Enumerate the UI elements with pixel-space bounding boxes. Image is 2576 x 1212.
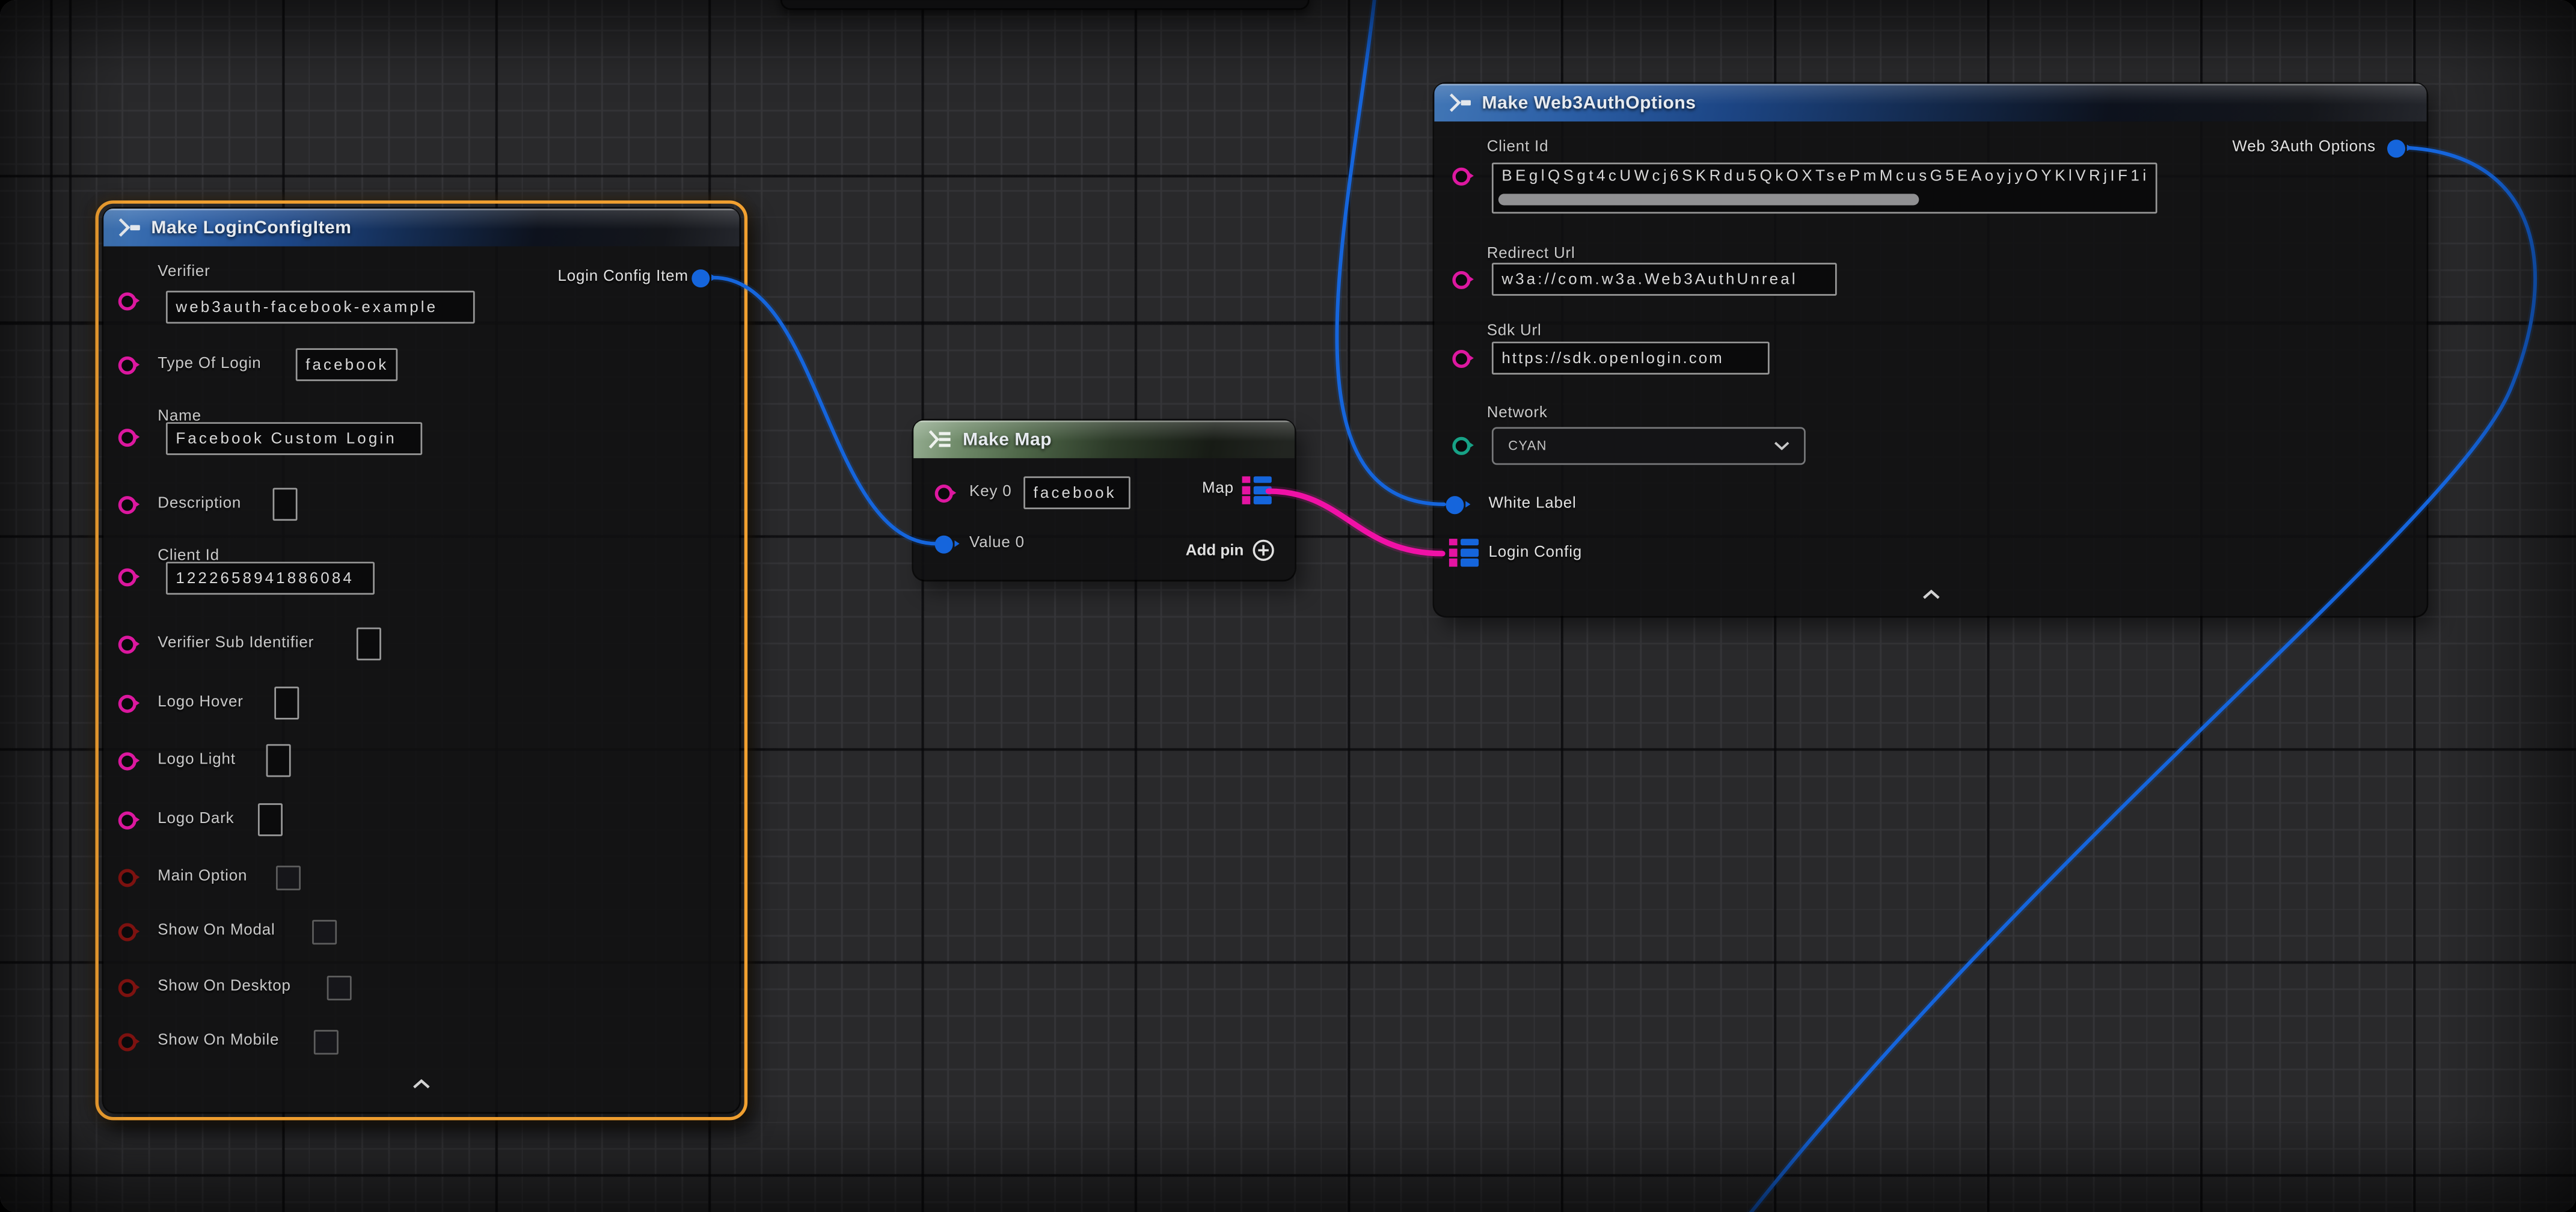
pin-label-main-option: Main Option [158, 868, 247, 886]
node-make-web3authoptions[interactable]: Make Web3AuthOptions Web 3Auth Options C… [1434, 84, 2426, 616]
show-on-desktop-pin[interactable] [117, 978, 135, 996]
offscreen-node-bottom-edge[interactable] [780, 0, 1310, 10]
logo-hover-input[interactable] [274, 687, 299, 720]
key0-pin[interactable] [934, 484, 952, 502]
pin-label-show-on-desktop: Show On Desktop [158, 978, 291, 996]
main-option-checkbox[interactable] [276, 866, 301, 890]
sdk-url-pin[interactable] [1452, 349, 1470, 367]
main-option-pin[interactable] [117, 868, 135, 886]
pin-label-show-on-modal: Show On Modal [158, 922, 275, 940]
name-input[interactable]: Facebook Custom Login [166, 422, 422, 455]
show-on-modal-checkbox[interactable] [312, 920, 337, 944]
pin-label-value0: Value 0 [969, 534, 1025, 552]
pin-label-client-id: Client Id [1487, 138, 1549, 156]
pin-label-logo-dark: Logo Dark [158, 810, 234, 828]
chevron-up-icon [1922, 590, 1940, 599]
redirect-url-input[interactable]: w3a://com.w3a.Web3AuthUnreal [1492, 263, 1837, 296]
pin-label-verifier-sub-identifier: Verifier Sub Identifier [158, 634, 314, 652]
pin-label-login-config: Login Config [1488, 543, 1582, 562]
client-id-input[interactable]: 1222658941886084 [166, 562, 375, 595]
pin-label-type-of-login: Type Of Login [158, 355, 261, 373]
pin-label-verifier: Verifier [158, 263, 210, 281]
sdk-url-input[interactable]: https://sdk.openlogin.com [1492, 341, 1770, 375]
type-of-login-input[interactable]: facebook [296, 348, 397, 381]
client-id-input[interactable]: BEglQSgt4cUWcj6SKRdu5QkOXTsePmMcusG5EAoy… [1492, 162, 2157, 213]
verifier-sub-identifier-pin[interactable] [117, 635, 135, 653]
client-id-pin[interactable] [1452, 167, 1470, 185]
node-header[interactable]: Make Map [913, 420, 1295, 458]
node-make-map[interactable]: Make Map Key 0 facebook Map Value 0 Add … [913, 420, 1295, 580]
make-struct-icon [117, 217, 141, 239]
logo-hover-pin[interactable] [117, 694, 135, 712]
network-pin[interactable] [1452, 436, 1470, 454]
type-of-login-pin[interactable] [117, 356, 135, 374]
show-on-modal-pin[interactable] [117, 922, 135, 940]
verifier-input[interactable]: web3auth-facebook-example [166, 291, 475, 324]
pin-label-logo-light: Logo Light [158, 751, 235, 769]
pin-label-map-output: Map [1202, 480, 1234, 498]
node-title: Make Web3AuthOptions [1482, 93, 1696, 112]
chevron-up-icon [412, 1079, 431, 1089]
output-pin-label: Login Config Item [557, 268, 688, 286]
output-pin-label: Web 3Auth Options [2232, 138, 2376, 156]
white-label-pin[interactable] [1445, 495, 1463, 513]
description-pin[interactable] [117, 495, 135, 513]
logo-light-input[interactable] [266, 744, 291, 777]
blueprint-graph-canvas[interactable]: Make LoginConfigItem Login Config Item V… [0, 0, 2576, 1212]
description-input[interactable] [273, 488, 298, 521]
plus-circle-icon [1252, 539, 1275, 562]
web3auth-options-output-pin[interactable] [2387, 139, 2405, 157]
add-pin-button[interactable]: Add pin [1186, 539, 1275, 562]
chevron-down-icon [1774, 442, 1789, 450]
pin-label-network: Network [1487, 404, 1548, 422]
name-pin[interactable] [117, 428, 135, 446]
verifier-sub-identifier-input[interactable] [357, 628, 381, 661]
network-dropdown[interactable]: CYAN [1492, 427, 1806, 465]
node-header[interactable]: Make Web3AuthOptions [1434, 84, 2426, 121]
make-map-icon [927, 429, 953, 450]
show-on-mobile-checkbox[interactable] [314, 1030, 339, 1054]
add-pin-label: Add pin [1186, 541, 1244, 559]
pin-label-redirect-url: Redirect Url [1487, 245, 1575, 263]
make-struct-icon [1447, 92, 1472, 114]
node-title: Make LoginConfigItem [151, 218, 351, 237]
collapse-node-button[interactable] [1922, 590, 1940, 599]
show-on-mobile-pin[interactable] [117, 1032, 135, 1050]
network-dropdown-value: CYAN [1508, 439, 1547, 454]
client-id-scrollbar[interactable] [1498, 194, 1919, 205]
pin-label-sdk-url: Sdk Url [1487, 322, 1542, 340]
show-on-desktop-checkbox[interactable] [327, 976, 352, 1000]
client-id-pin[interactable] [117, 568, 135, 586]
pin-label-show-on-mobile: Show On Mobile [158, 1032, 279, 1050]
node-title: Make Map [963, 429, 1052, 449]
pin-label-description: Description [158, 494, 241, 512]
pin-label-logo-hover: Logo Hover [158, 693, 243, 711]
pin-label-key0: Key 0 [969, 483, 1011, 501]
logo-light-pin[interactable] [117, 751, 135, 770]
logo-dark-input[interactable] [258, 803, 283, 836]
node-make-loginconfigitem[interactable]: Make LoginConfigItem Login Config Item V… [103, 209, 739, 1112]
logo-dark-pin[interactable] [117, 810, 135, 828]
key0-input[interactable]: facebook [1023, 476, 1130, 509]
login-config-pin[interactable] [1449, 539, 1479, 566]
pin-label-white-label: White Label [1488, 494, 1576, 512]
login-config-item-output-pin[interactable] [691, 269, 709, 287]
value0-pin[interactable] [934, 534, 952, 552]
redirect-url-pin[interactable] [1452, 270, 1470, 288]
verifier-pin[interactable] [117, 292, 135, 310]
collapse-node-button[interactable] [412, 1079, 431, 1089]
map-output-pin[interactable] [1242, 476, 1272, 504]
node-header[interactable]: Make LoginConfigItem [103, 209, 739, 246]
